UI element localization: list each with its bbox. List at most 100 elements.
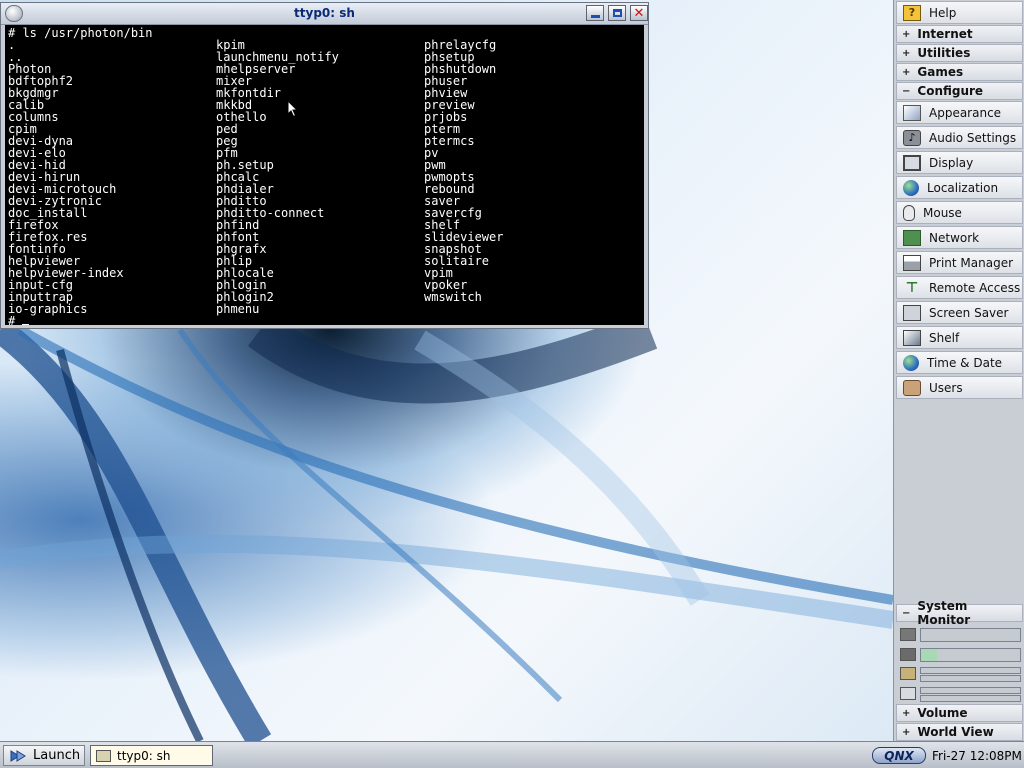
disk-icon [900, 667, 916, 680]
display-icon [903, 154, 921, 171]
collapse-arrow-icon: − [902, 85, 911, 97]
disk-usage-bar-2 [920, 675, 1021, 682]
prompt-symbol: # [8, 314, 16, 325]
maximize-button[interactable] [608, 5, 626, 21]
memory-usage-bar [920, 648, 1021, 662]
terminal-prompt[interactable]: # [8, 314, 30, 325]
terminal-output[interactable]: # ls /usr/photon/bin ... Photon bdftophf2 b… [5, 25, 644, 325]
shelf-item-print-manager[interactable]: Print Manager [896, 251, 1023, 274]
disk-usage-bar-1 [920, 667, 1021, 674]
network-usage-bar-2 [920, 695, 1021, 702]
listing-column-3: phrelaycfg phsetup phshutdown phuser phview p… [424, 39, 503, 303]
mouse-pointer-icon [287, 100, 299, 118]
taskbar: Launch ttyp0: sh QNX Fri-27 12:08PM [0, 741, 1024, 768]
shelf-category-utilities[interactable]: + Utilities [896, 44, 1023, 62]
cpu-monitor [896, 626, 1023, 644]
network-activity-icon [900, 687, 916, 700]
terminal-window[interactable]: ttyp0: sh ✕ # ls /usr/photon/bin ... Phot… [0, 2, 649, 329]
qnx-logo[interactable]: QNX [872, 747, 926, 764]
network-monitor [896, 685, 1023, 703]
listing-column-1: ... Photon bdftophf2 bkgdmgr calib columns cpi… [8, 39, 124, 315]
shelf-help-label: Help [929, 5, 957, 20]
category-label: Utilities [917, 46, 971, 60]
file-entry: io-graphics [8, 302, 88, 316]
shelf-item-label: Appearance [929, 105, 1002, 120]
listing-column-2: kpim launchmenu_notify mhelpserver mixer mkf… [216, 39, 339, 315]
launch-arrow-icon [10, 749, 26, 762]
expand-arrow-icon: + [902, 707, 911, 719]
shelf-item-label: Remote Access [929, 280, 1021, 295]
category-label: System Monitor [917, 599, 971, 627]
expand-arrow-icon: + [902, 726, 911, 738]
category-label: World View [917, 725, 994, 739]
shelf-item-label: Audio Settings [929, 130, 1017, 145]
shelf-item-remote-access[interactable]: ⊤ Remote Access [896, 276, 1023, 299]
category-label: Internet [917, 27, 973, 41]
expand-arrow-icon: + [902, 47, 911, 59]
shelf-item-localization[interactable]: Localization [896, 176, 1023, 199]
taskbar-item-terminal[interactable]: ttyp0: sh [90, 745, 213, 766]
file-entry: wmswitch [424, 290, 482, 304]
mouse-icon [903, 204, 915, 221]
shelf-item-time-date[interactable]: Time & Date [896, 351, 1023, 374]
terminal-task-icon [96, 749, 111, 762]
category-label: Games [917, 65, 964, 79]
shelf-item-appearance[interactable]: Appearance [896, 101, 1023, 124]
launch-label: Launch [33, 748, 81, 763]
shelf-item-mouse[interactable]: Mouse [896, 201, 1023, 224]
shelf-item-audio-settings[interactable]: ♪ Audio Settings [896, 126, 1023, 149]
file-entry: phmenu [216, 302, 260, 316]
shelf-category-configure[interactable]: − Configure [896, 82, 1023, 100]
shelf-category-system-monitor[interactable]: − System Monitor [896, 599, 1023, 627]
expand-arrow-icon: + [902, 66, 911, 78]
appearance-icon [903, 104, 921, 121]
minimize-button[interactable] [586, 5, 604, 21]
shelf-category-world-view[interactable]: + World View [896, 723, 1023, 741]
shelf-item-label: Time & Date [927, 355, 1003, 370]
cpu-load-bar [920, 628, 1021, 642]
terminal-title: ttyp0: sh [294, 6, 355, 20]
shelf-category-internet[interactable]: + Internet [896, 25, 1023, 43]
shelf-item-users[interactable]: Users [896, 376, 1023, 399]
shelf-item-label: Mouse [923, 205, 962, 220]
shelf-item-label: Localization [927, 180, 999, 195]
shelf-category-games[interactable]: + Games [896, 63, 1023, 81]
terminal-command-line: # ls /usr/photon/bin [8, 26, 153, 40]
users-icon [903, 379, 921, 396]
help-icon: ? [903, 4, 921, 21]
shelf-category-volume[interactable]: + Volume [896, 704, 1023, 722]
globe-icon [903, 354, 919, 371]
minimize-icon [590, 14, 600, 18]
globe-icon [903, 179, 919, 196]
launch-button[interactable]: Launch [3, 745, 85, 766]
network-icon [903, 229, 921, 246]
maximize-icon [612, 9, 622, 17]
remote-icon: ⊤ [905, 279, 919, 296]
shelf-item-label: Display [929, 155, 974, 170]
clock[interactable]: Fri-27 12:08PM [932, 749, 1022, 763]
category-label: Configure [917, 84, 984, 98]
shelf-item-display[interactable]: Display [896, 151, 1023, 174]
shelf-item-label: Screen Saver [929, 305, 1009, 320]
network-usage-bar-1 [920, 687, 1021, 694]
category-label: Volume [917, 706, 968, 720]
shelf-item-label: Network [929, 230, 980, 245]
shelf-panel: ? Help + Internet + Utilities + Games − … [893, 0, 1024, 741]
collapse-arrow-icon: − [902, 607, 911, 619]
shelf-item-label: Users [929, 380, 963, 395]
terminal-titlebar[interactable]: ttyp0: sh ✕ [1, 3, 648, 25]
shelf-item-label: Shelf [929, 330, 960, 345]
shelf-help-button[interactable]: ? Help [896, 1, 1023, 24]
screensaver-icon [903, 304, 921, 321]
close-icon: ✕ [633, 5, 645, 21]
close-button[interactable]: ✕ [630, 5, 648, 21]
memory-monitor [896, 646, 1023, 664]
shelf-item-network[interactable]: Network [896, 226, 1023, 249]
taskbar-item-label: ttyp0: sh [117, 748, 171, 763]
file-entry: . [8, 38, 16, 52]
cpu-icon [900, 628, 916, 641]
memory-icon [900, 648, 916, 661]
shelf-item-shelf[interactable]: Shelf [896, 326, 1023, 349]
shelf-item-label: Print Manager [929, 255, 1014, 270]
shelf-item-screen-saver[interactable]: Screen Saver [896, 301, 1023, 324]
